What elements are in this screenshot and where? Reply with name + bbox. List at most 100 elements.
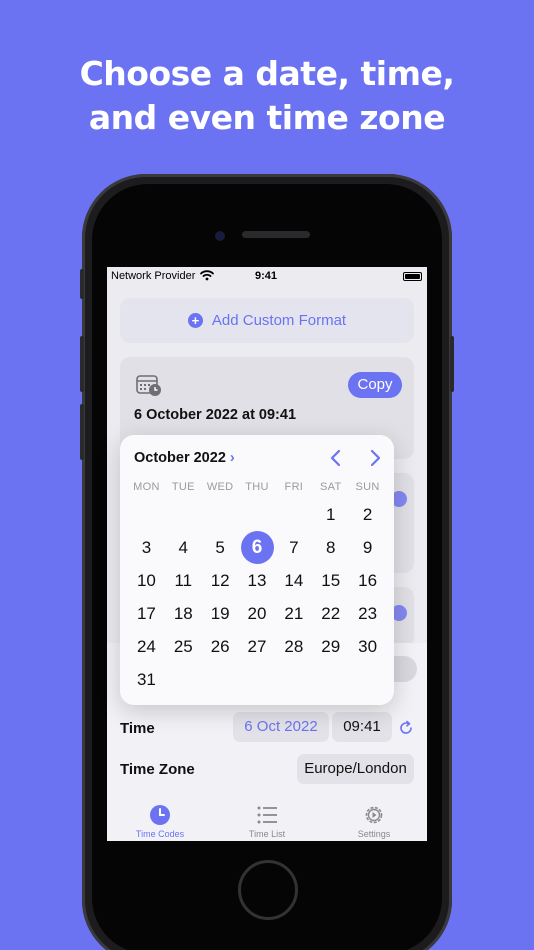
- calendar-day-number: 9: [362, 538, 373, 557]
- mute-switch: [80, 269, 84, 299]
- calendar-day[interactable]: 7: [275, 531, 312, 564]
- calendar-day[interactable]: 19: [202, 597, 239, 630]
- calendar-empty-cell: [165, 498, 202, 531]
- battery-icon: [403, 272, 422, 281]
- calendar-day[interactable]: 22: [312, 597, 349, 630]
- calendar-day[interactable]: 18: [165, 597, 202, 630]
- tab-settings-label: Settings: [357, 829, 391, 839]
- calendar-day[interactable]: 30: [349, 630, 386, 663]
- previous-month-button[interactable]: [326, 448, 346, 468]
- calendar-day[interactable]: 1: [312, 498, 349, 531]
- calendar-day[interactable]: 2: [349, 498, 386, 531]
- weekday-label: TUE: [171, 481, 195, 493]
- calendar-day[interactable]: 31: [128, 663, 165, 696]
- calendar-day[interactable]: 20: [239, 597, 276, 630]
- calendar-day-number: 18: [173, 604, 193, 623]
- tab-time-list[interactable]: Time List: [214, 791, 320, 839]
- headline: Choose a date, time, and even time zone: [0, 52, 534, 140]
- clock-icon: [150, 805, 170, 825]
- copy-button[interactable]: Copy: [348, 372, 402, 398]
- weekday-label: THU: [245, 481, 269, 493]
- calendar-day-number: 31: [136, 670, 156, 689]
- calendar-week: 24 25 26 27 28 29 30: [128, 630, 386, 663]
- calendar-clock-icon: [136, 375, 161, 396]
- calendar-empty-cell: [239, 498, 276, 531]
- next-month-button[interactable]: [365, 448, 385, 468]
- calendar-empty-cell: [275, 498, 312, 531]
- gear-icon: [365, 806, 383, 824]
- calendar-day[interactable]: 27: [239, 630, 276, 663]
- calendar-day[interactable]: 16: [349, 564, 386, 597]
- add-custom-format-button[interactable]: + Add Custom Format: [120, 298, 414, 343]
- calendar-day[interactable]: 10: [128, 564, 165, 597]
- calendar-day-number: 30: [358, 637, 378, 656]
- calendar-day[interactable]: 11: [165, 564, 202, 597]
- calendar-day[interactable]: 26: [202, 630, 239, 663]
- tab-time-codes-label: Time Codes: [135, 829, 185, 839]
- timezone-label: Time Zone: [120, 761, 195, 778]
- calendar-day-number: 8: [325, 538, 336, 557]
- calendar-empty-cell: [349, 663, 386, 696]
- calendar-day-number: 2: [362, 505, 373, 524]
- headline-line-1: Choose a date, time,: [79, 54, 455, 93]
- calendar-day[interactable]: 25: [165, 630, 202, 663]
- calendar-day-number: 17: [136, 604, 156, 623]
- home-button[interactable]: [238, 860, 298, 920]
- calendar-day[interactable]: 14: [275, 564, 312, 597]
- calendar-day[interactable]: 29: [312, 630, 349, 663]
- weekday-label: SUN: [355, 481, 380, 493]
- tab-time-codes[interactable]: Time Codes: [107, 791, 213, 839]
- weekday-label: SAT: [319, 481, 342, 493]
- volume-down-button: [80, 404, 84, 460]
- calendar-day[interactable]: 12: [202, 564, 239, 597]
- calendar-day[interactable]: 28: [275, 630, 312, 663]
- time-button[interactable]: 09:41: [332, 712, 392, 742]
- formatted-date: 6 October 2022 at 09:41: [134, 407, 297, 423]
- calendar-week: 31: [128, 663, 386, 696]
- calendar-empty-cell: [128, 498, 165, 531]
- wifi-icon: [200, 270, 214, 281]
- calendar-day-number: 22: [321, 604, 341, 623]
- earpiece-speaker: [242, 231, 310, 238]
- date-button[interactable]: 6 Oct 2022: [233, 712, 329, 742]
- weekday-label: WED: [206, 481, 234, 493]
- calendar-day[interactable]: 5: [202, 531, 239, 564]
- calendar-day[interactable]: 23: [349, 597, 386, 630]
- calendar-day-selected[interactable]: 6: [239, 531, 276, 564]
- status-time: 9:41: [255, 270, 278, 282]
- calendar-day-number: 27: [247, 637, 267, 656]
- calendar-day-number: 19: [210, 604, 230, 623]
- calendar-day-number: 6: [251, 537, 263, 558]
- calendar-empty-cell: [202, 663, 239, 696]
- calendar-day[interactable]: 3: [128, 531, 165, 564]
- carrier-label: Network Provider: [111, 270, 196, 282]
- calendar-day[interactable]: 17: [128, 597, 165, 630]
- calendar-day[interactable]: 13: [239, 564, 276, 597]
- power-button: [450, 336, 454, 392]
- plus-circle-icon: +: [187, 313, 203, 328]
- calendar-empty-cell: [165, 663, 202, 696]
- month-year-label: October 2022: [134, 450, 226, 466]
- calendar-day-number: 3: [141, 538, 152, 557]
- calendar-day[interactable]: 21: [275, 597, 312, 630]
- refresh-icon[interactable]: [398, 720, 414, 736]
- calendar-day-number: 29: [321, 637, 341, 656]
- calendar-day-number: 4: [178, 538, 189, 557]
- calendar-day[interactable]: 24: [128, 630, 165, 663]
- calendar-empty-cell: [239, 663, 276, 696]
- calendar-day[interactable]: 8: [312, 531, 349, 564]
- timezone-button[interactable]: Europe/London: [297, 754, 414, 784]
- calendar-day-number: 26: [210, 637, 230, 656]
- calendar-day-number: 13: [247, 571, 267, 590]
- calendar-day[interactable]: 4: [165, 531, 202, 564]
- month-year-selector[interactable]: October 2022 ›: [134, 450, 235, 466]
- calendar-day-number: 16: [358, 571, 378, 590]
- tab-settings[interactable]: Settings: [321, 791, 427, 839]
- calendar-day[interactable]: 9: [349, 531, 386, 564]
- calendar-day-number: 15: [321, 571, 341, 590]
- calendar-day-number: 5: [215, 538, 225, 557]
- calendar-day[interactable]: 15: [312, 564, 349, 597]
- calendar-week: 3 4 5 6 7 8 9: [128, 531, 386, 564]
- calendar-week: 10 11 12 13 14 15 16: [128, 564, 386, 597]
- time-label: Time: [120, 720, 155, 737]
